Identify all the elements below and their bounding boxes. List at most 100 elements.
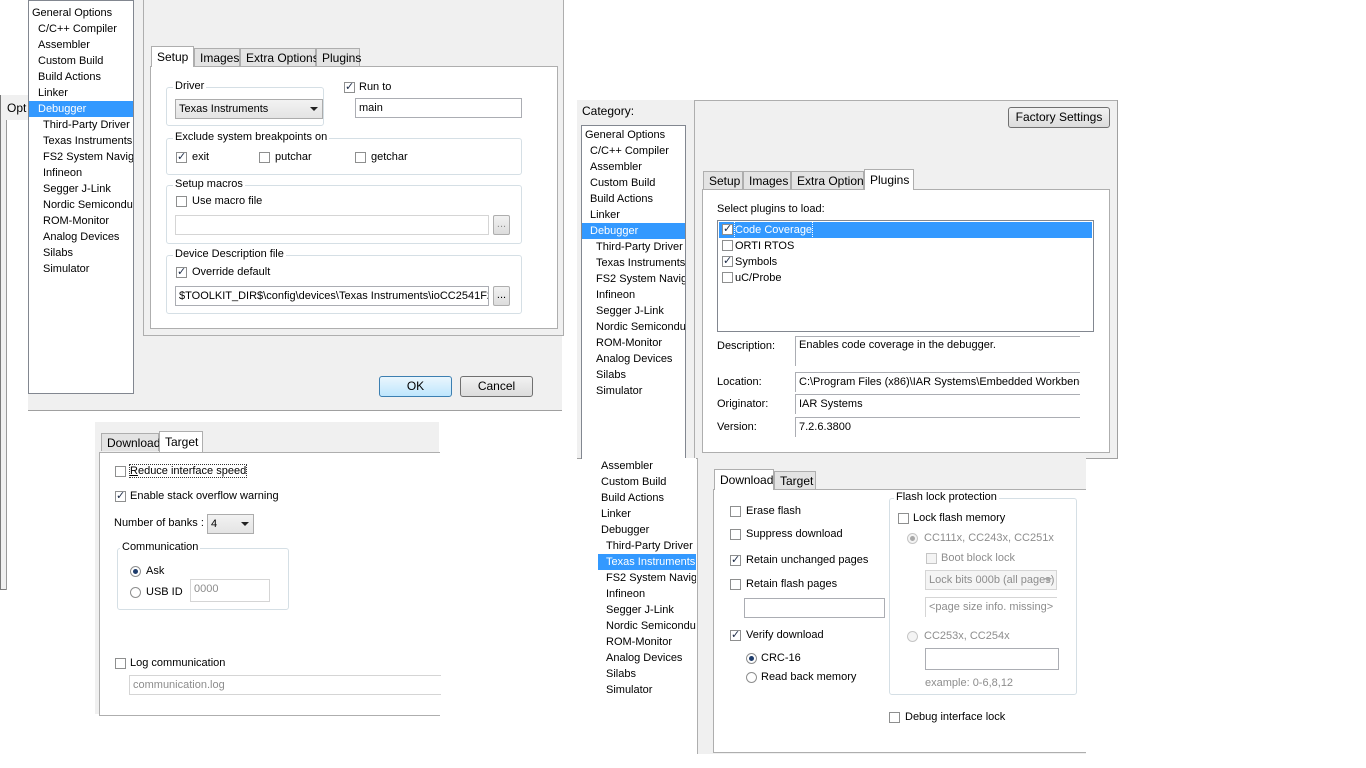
category-item[interactable]: C/C++ Compiler [582, 143, 685, 159]
category-item[interactable]: Texas Instruments [582, 255, 685, 271]
run-to-input[interactable]: main [355, 98, 522, 118]
cc253x-radio[interactable] [907, 631, 918, 642]
usb-id-radio[interactable] [130, 587, 141, 598]
category-list-plugins[interactable]: General Options C/C++ Compiler Assembler Cu… [581, 125, 686, 459]
category-item[interactable]: Analog Devices [598, 650, 696, 666]
category-item[interactable]: Infineon [29, 165, 133, 181]
category-item[interactable]: Linker [29, 85, 133, 101]
plugin-checkbox[interactable] [722, 254, 733, 268]
ask-radio[interactable] [130, 566, 141, 577]
suppress-download-checkbox[interactable] [730, 529, 741, 540]
retain-flash-input[interactable] [744, 598, 885, 618]
plugin-checkbox[interactable] [722, 272, 733, 283]
category-item[interactable]: Custom Build [29, 53, 133, 69]
retain-flash-checkbox[interactable] [730, 579, 741, 590]
category-item[interactable]: Third-Party Driver [598, 538, 696, 554]
category-item[interactable]: Third-Party Driver [29, 117, 133, 133]
category-item[interactable]: Nordic Semiconductor [598, 618, 696, 634]
category-item[interactable]: Simulator [29, 261, 133, 277]
plugin-item[interactable]: Code Coverage [719, 221, 1092, 239]
category-item[interactable]: Custom Build [582, 175, 685, 191]
boot-block-checkbox[interactable] [926, 553, 937, 564]
tab-extra-options[interactable]: Extra Options [791, 171, 870, 189]
run-to-checkbox[interactable] [344, 80, 355, 94]
cc253x-input[interactable] [925, 648, 1059, 670]
category-item[interactable]: FS2 System Navigator [29, 149, 133, 165]
banks-select[interactable]: 4 [207, 514, 254, 534]
retain-unchanged-checkbox[interactable] [730, 553, 741, 567]
tab-target[interactable]: Target [774, 471, 816, 489]
category-item[interactable]: Simulator [598, 682, 696, 698]
tab-setup[interactable]: Setup [703, 171, 743, 189]
verify-download-checkbox[interactable] [730, 628, 741, 642]
override-default-checkbox[interactable] [176, 265, 187, 279]
category-item[interactable]: Segger J-Link [582, 303, 685, 319]
category-item[interactable]: Silabs [29, 245, 133, 261]
device-browse-button[interactable]: ... [493, 286, 510, 306]
category-item[interactable]: General Options [582, 127, 685, 143]
category-item[interactable]: Simulator [582, 383, 685, 399]
plugin-item[interactable]: ORTI RTOS [718, 238, 1093, 254]
stack-overflow-checkbox[interactable] [115, 489, 126, 503]
category-item[interactable]: Infineon [598, 586, 696, 602]
category-list[interactable]: General Options C/C++ Compiler Assembler Cu… [28, 0, 134, 394]
category-item[interactable]: Assembler [29, 37, 133, 53]
macro-file-input[interactable] [175, 215, 489, 235]
tab-extra-options[interactable]: Extra Options [240, 48, 319, 66]
category-item[interactable]: General Options [29, 5, 133, 21]
use-macro-checkbox[interactable] [176, 196, 187, 207]
device-file-input[interactable]: $TOOLKIT_DIR$\config\devices\Texas Instr… [175, 286, 489, 306]
cancel-button[interactable]: Cancel [460, 376, 533, 397]
category-item[interactable]: FS2 System Navigator [598, 570, 696, 586]
plugins-list[interactable]: Code Coverage ORTI RTOS Symbols uC/Probe [717, 220, 1094, 332]
lock-bits-select[interactable]: Lock bits 000b (all pages) [925, 570, 1057, 590]
category-item[interactable]: Third-Party Driver [582, 239, 685, 255]
ok-button[interactable]: OK [379, 376, 452, 397]
category-item[interactable]: ROM-Monitor [582, 335, 685, 351]
category-item[interactable]: Assembler [582, 159, 685, 175]
reduce-speed-checkbox[interactable] [115, 466, 126, 477]
category-item[interactable]: ROM-Monitor [29, 213, 133, 229]
category-item[interactable]: Assembler [598, 458, 696, 474]
category-item[interactable]: Analog Devices [29, 229, 133, 245]
tab-download[interactable]: Download [714, 469, 774, 490]
plugin-checkbox[interactable] [722, 240, 733, 251]
tab-plugins[interactable]: Plugins [864, 169, 914, 190]
category-list-cropped[interactable]: Assembler Custom Build Build Actions Linker… [598, 458, 696, 700]
category-item[interactable]: Build Actions [582, 191, 685, 207]
category-item[interactable]: FS2 System Navigator [582, 271, 685, 287]
category-item[interactable]: Custom Build [598, 474, 696, 490]
category-item[interactable]: Debugger [598, 522, 696, 538]
crc16-radio[interactable] [746, 653, 757, 664]
category-item[interactable]: Debugger [29, 101, 133, 117]
category-item[interactable]: ROM-Monitor [598, 634, 696, 650]
exit-checkbox[interactable] [176, 150, 187, 164]
category-item[interactable]: Segger J-Link [598, 602, 696, 618]
category-item[interactable]: Analog Devices [582, 351, 685, 367]
tab-download[interactable]: Download [101, 433, 160, 451]
tab-plugins[interactable]: Plugins [316, 48, 361, 66]
read-back-radio[interactable] [746, 672, 757, 683]
tab-images[interactable]: Images [194, 48, 240, 66]
category-item[interactable]: C/C++ Compiler [29, 21, 133, 37]
category-item[interactable]: Nordic Semiconductor [582, 319, 685, 335]
factory-settings-button[interactable]: Factory Settings [1008, 107, 1110, 128]
log-file-input[interactable]: communication.log [129, 675, 441, 695]
lock-flash-checkbox[interactable] [898, 513, 909, 524]
plugin-checkbox[interactable] [722, 222, 733, 236]
category-item[interactable]: Build Actions [598, 490, 696, 506]
category-item[interactable]: Silabs [582, 367, 685, 383]
category-item[interactable]: Silabs [598, 666, 696, 682]
category-item[interactable]: Nordic Semiconductor [29, 197, 133, 213]
category-item[interactable]: Texas Instruments [29, 133, 133, 149]
driver-select[interactable]: Texas Instruments [175, 99, 323, 119]
getchar-checkbox[interactable] [355, 152, 366, 163]
category-item[interactable]: Linker [582, 207, 685, 223]
macro-browse-button[interactable]: ... [493, 215, 510, 235]
category-item[interactable]: Texas Instruments [598, 554, 696, 570]
category-item[interactable]: Segger J-Link [29, 181, 133, 197]
debug-lock-checkbox[interactable] [889, 712, 900, 723]
plugin-item[interactable]: Symbols [718, 254, 1093, 270]
cc111x-radio[interactable] [907, 533, 918, 544]
log-communication-checkbox[interactable] [115, 658, 126, 669]
